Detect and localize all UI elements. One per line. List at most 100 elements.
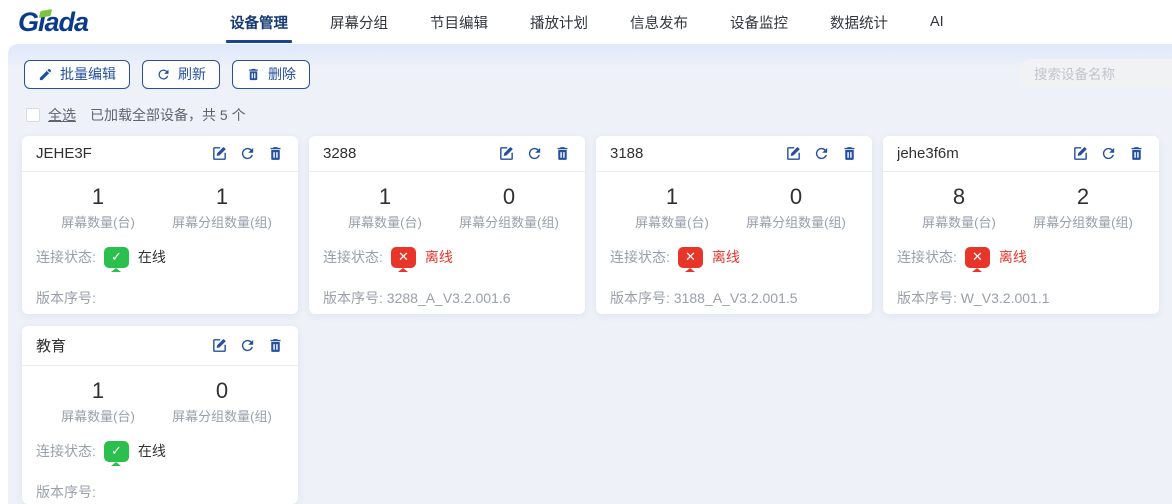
trash-icon[interactable] [1128, 145, 1145, 162]
device-card[interactable]: 教育 1 屏幕数量(台) 0 屏幕分组数量(组) 连接状态: ✓ [22, 326, 298, 504]
screen-count-stat: 1 屏幕数量(台) [36, 378, 160, 425]
device-name: 3188 [610, 145, 785, 162]
device-card-header: 教育 [22, 326, 298, 366]
screen-count-stat: 1 屏幕数量(台) [323, 184, 447, 231]
device-card-actions [785, 145, 858, 162]
nav-item-6[interactable]: 设备监控 [726, 0, 792, 44]
screen-count-stat: 1 屏幕数量(台) [36, 184, 160, 231]
refresh-icon[interactable] [239, 145, 256, 162]
nav-item-label: 信息发布 [630, 12, 688, 33]
device-card-actions [498, 145, 571, 162]
monitor-x-icon: ✕ [678, 247, 703, 268]
screen-count-stat: 1 屏幕数量(台) [610, 184, 734, 231]
select-all-checkbox[interactable] [26, 108, 40, 122]
device-stats: 8 屏幕数量(台) 2 屏幕分组数量(组) [897, 184, 1145, 231]
group-count-stat: 0 屏幕分组数量(组) [160, 378, 284, 425]
nav-item-7[interactable]: 数据统计 [826, 0, 892, 44]
screen-count-label: 屏幕数量(台) [36, 212, 160, 231]
monitor-check-icon: ✓ [104, 441, 129, 462]
brand-logo-text: Giada [18, 7, 88, 37]
device-card-body: 1 屏幕数量(台) 1 屏幕分组数量(组) 连接状态: ✓ 在线 版本序号: [22, 172, 298, 308]
group-count-value: 0 [734, 184, 858, 210]
group-count-label: 屏幕分组数量(组) [734, 212, 858, 231]
refresh-label: 刷新 [178, 64, 206, 84]
edit-icon[interactable] [211, 145, 228, 162]
device-card-grid: JEHE3F 1 屏幕数量(台) 1 屏幕分组数量(组) 连接状态: ✓ [8, 125, 1172, 504]
device-card[interactable]: jehe3f6m 8 屏幕数量(台) 2 屏幕分组数量(组) 连接状态: [883, 136, 1159, 314]
nav-item-5[interactable]: 信息发布 [626, 0, 692, 44]
delete-button[interactable]: 删除 [232, 60, 310, 89]
device-card[interactable]: 3288 1 屏幕数量(台) 0 屏幕分组数量(组) 连接状态: ✕ [309, 136, 585, 314]
connection-status-value: 离线 [999, 247, 1027, 267]
device-card[interactable]: JEHE3F 1 屏幕数量(台) 1 屏幕分组数量(组) 连接状态: ✓ [22, 136, 298, 314]
batch-edit-label: 批量编辑 [60, 64, 116, 84]
search-input[interactable] [1018, 59, 1172, 89]
monitor-check-icon: ✓ [104, 247, 129, 268]
toolbar: 批量编辑 刷新 删除 [8, 44, 1172, 89]
connection-status-value: 离线 [425, 247, 453, 267]
monitor-x-icon: ✕ [391, 247, 416, 268]
trash-icon[interactable] [554, 145, 571, 162]
trash-icon[interactable] [267, 337, 284, 354]
nav-item-3[interactable]: 节目编辑 [426, 0, 492, 44]
screen-count-value: 1 [36, 378, 160, 404]
refresh-button[interactable]: 刷新 [142, 60, 220, 89]
connection-status-label: 连接状态: [323, 247, 383, 267]
nav-item-8[interactable]: AI [926, 0, 948, 44]
device-card-header: 3188 [596, 136, 872, 172]
device-card[interactable]: 3188 1 屏幕数量(台) 0 屏幕分组数量(组) 连接状态: ✕ [596, 136, 872, 314]
group-count-label: 屏幕分组数量(组) [160, 406, 284, 425]
edit-icon[interactable] [211, 337, 228, 354]
device-card-body: 1 屏幕数量(台) 0 屏幕分组数量(组) 连接状态: ✓ 在线 版本序号: [22, 366, 298, 502]
status-glyph: ✓ [111, 249, 122, 265]
device-card-body: 1 屏幕数量(台) 0 屏幕分组数量(组) 连接状态: ✕ 离线 版本序号: 3… [596, 172, 872, 308]
status-glyph: ✕ [972, 249, 983, 265]
edit-icon[interactable] [785, 145, 802, 162]
nav-item-label: 数据统计 [830, 12, 888, 33]
refresh-icon [156, 67, 171, 82]
main-nav: 设备管理 屏幕分组 节目编辑播放计划 信息发布 设备监控 数据统计 AI [226, 0, 948, 44]
status-glyph: ✕ [685, 249, 696, 265]
nav-item-1[interactable]: 设备管理 [226, 0, 292, 44]
connection-status-value: 离线 [712, 247, 740, 267]
refresh-icon[interactable] [813, 145, 830, 162]
select-all-label[interactable]: 全选 [48, 105, 76, 125]
device-card-header: 3288 [309, 136, 585, 172]
connection-status-value: 在线 [138, 247, 166, 267]
device-name: 3288 [323, 145, 498, 162]
brand-logo: Giada [0, 7, 226, 38]
screen-count-label: 屏幕数量(台) [610, 212, 734, 231]
nav-item-label: 屏幕分组 [330, 12, 388, 33]
top-nav-bar: Giada 设备管理 屏幕分组 节目编辑播放计划 信息发布 设备监控 数据统计 AI [0, 0, 1172, 44]
refresh-icon[interactable] [239, 337, 256, 354]
device-card-actions [211, 145, 284, 162]
connection-status-value: 在线 [138, 441, 166, 461]
device-card-body: 1 屏幕数量(台) 0 屏幕分组数量(组) 连接状态: ✕ 离线 版本序号: 3… [309, 172, 585, 308]
screen-count-stat: 8 屏幕数量(台) [897, 184, 1021, 231]
content-panel: 批量编辑 刷新 删除 全选 已加载全部设备，共 5 个 JEHE3F [8, 44, 1172, 504]
status-glyph: ✓ [111, 443, 122, 459]
nav-item-2[interactable]: 屏幕分组 [326, 0, 392, 44]
pencil-icon [38, 67, 53, 82]
status-glyph: ✕ [398, 249, 409, 265]
trash-icon[interactable] [841, 145, 858, 162]
screen-count-value: 1 [610, 184, 734, 210]
screen-count-value: 1 [323, 184, 447, 210]
edit-icon[interactable] [1072, 145, 1089, 162]
batch-edit-button[interactable]: 批量编辑 [24, 60, 130, 89]
screen-count-value: 1 [36, 184, 160, 210]
nav-item-4[interactable]: 播放计划 [526, 0, 592, 44]
connection-status-row: 连接状态: ✕ 离线 [323, 242, 571, 272]
selection-row: 全选 已加载全部设备，共 5 个 [8, 89, 1172, 125]
edit-icon[interactable] [498, 145, 515, 162]
screen-count-label: 屏幕数量(台) [323, 212, 447, 231]
device-stats: 1 屏幕数量(台) 0 屏幕分组数量(组) [610, 184, 858, 231]
nav-item-label: 设备管理 [230, 12, 288, 33]
version-text: 版本序号: [36, 482, 284, 502]
refresh-icon[interactable] [526, 145, 543, 162]
version-text: 版本序号: 3288_A_V3.2.001.6 [323, 288, 571, 308]
device-card-body: 8 屏幕数量(台) 2 屏幕分组数量(组) 连接状态: ✕ 离线 版本序号: W… [883, 172, 1159, 308]
device-card-header: JEHE3F [22, 136, 298, 172]
trash-icon[interactable] [267, 145, 284, 162]
refresh-icon[interactable] [1100, 145, 1117, 162]
